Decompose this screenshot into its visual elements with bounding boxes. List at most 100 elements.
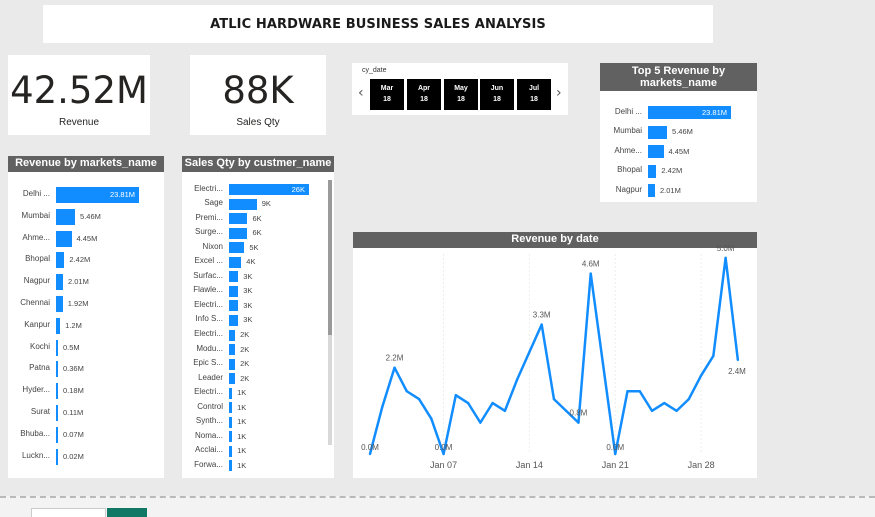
bar[interactable] bbox=[56, 208, 76, 225]
revenue-data-point[interactable] bbox=[650, 409, 654, 413]
revenue-data-point[interactable] bbox=[393, 366, 396, 369]
revenue-by-date-plot: Jan 07 Jan 14 Jan 21 Jan 28 0.0M 2.2M 0.0M 3.3M… bbox=[361, 244, 746, 470]
bar-value-label: 2K bbox=[240, 359, 250, 369]
bar[interactable] bbox=[229, 460, 233, 472]
top5-revenue-chart[interactable]: Top 5 Revenue by markets_name Delhi ... 2… bbox=[600, 63, 757, 202]
revenue-data-point[interactable] bbox=[442, 452, 445, 456]
revenue-data-point[interactable] bbox=[614, 452, 617, 456]
revenue-data-point[interactable] bbox=[724, 256, 727, 260]
revenue-kpi-card[interactable]: 42.52M Revenue bbox=[8, 55, 150, 135]
bar[interactable] bbox=[229, 358, 236, 370]
revenue-data-point[interactable] bbox=[491, 401, 494, 405]
bar[interactable] bbox=[229, 344, 236, 356]
bar-value-label: 1.92M bbox=[67, 299, 89, 308]
bar[interactable] bbox=[648, 145, 664, 158]
bar[interactable] bbox=[229, 213, 248, 225]
bar[interactable] bbox=[229, 373, 236, 385]
date-tile-month: Jul bbox=[528, 85, 540, 92]
date-tile[interactable]: Mar 18 bbox=[370, 79, 404, 110]
bar[interactable] bbox=[229, 445, 233, 457]
revenue-data-point[interactable] bbox=[417, 397, 421, 401]
bar[interactable] bbox=[229, 329, 236, 341]
line-data-label: 0.0M bbox=[361, 443, 379, 452]
revenue-data-point[interactable] bbox=[687, 397, 691, 401]
bar-category-label: Kanpur bbox=[24, 319, 50, 329]
bar[interactable] bbox=[229, 242, 245, 254]
date-tile[interactable]: Jul 18 bbox=[517, 79, 551, 110]
revenue-by-date-chart[interactable]: Revenue by date Jan 07 Jan 14 Jan 21 Jan 28… bbox=[353, 232, 757, 478]
sales-qty-kpi-card[interactable]: 88K Sales Qty bbox=[190, 55, 326, 135]
bar[interactable] bbox=[56, 317, 61, 334]
bar[interactable] bbox=[229, 198, 257, 210]
date-tile[interactable]: Apr 18 bbox=[407, 79, 441, 110]
bar[interactable] bbox=[56, 448, 58, 465]
bar[interactable] bbox=[229, 227, 248, 239]
bar[interactable] bbox=[229, 271, 239, 283]
bar[interactable] bbox=[648, 125, 668, 139]
bar[interactable] bbox=[229, 314, 239, 326]
page-tab[interactable] bbox=[31, 508, 106, 517]
sales-qty-by-customer-chart[interactable]: Sales Qty by custmer_name Electri... 26K S… bbox=[182, 156, 334, 478]
bar[interactable] bbox=[648, 184, 655, 197]
bar[interactable] bbox=[56, 426, 58, 443]
date-tile-month: May bbox=[454, 85, 468, 92]
bar-value-label: 0.36M bbox=[63, 364, 84, 374]
revenue-data-point[interactable] bbox=[675, 409, 678, 413]
x-tick-label: Jan 07 bbox=[430, 460, 457, 470]
customer-chart-scroll-thumb[interactable] bbox=[328, 180, 332, 335]
bar-category-label: Surat bbox=[30, 407, 50, 416]
revenue-data-point[interactable] bbox=[381, 405, 384, 409]
bar-value-label: 3K bbox=[243, 300, 253, 310]
bar-category-label: Nagpur bbox=[23, 276, 50, 286]
bar[interactable] bbox=[229, 300, 239, 312]
revenue-data-point[interactable] bbox=[638, 390, 641, 393]
page-tab-active[interactable] bbox=[107, 508, 147, 517]
bar[interactable] bbox=[648, 164, 657, 178]
bar[interactable] bbox=[56, 405, 58, 421]
revenue-data-point[interactable] bbox=[564, 409, 568, 413]
revenue-series-line[interactable] bbox=[368, 256, 740, 456]
revenue-data-point[interactable] bbox=[405, 390, 408, 393]
bar[interactable] bbox=[56, 296, 63, 312]
revenue-data-point[interactable] bbox=[601, 362, 605, 366]
bar[interactable] bbox=[56, 252, 65, 269]
bar[interactable] bbox=[229, 431, 233, 443]
bar[interactable] bbox=[229, 402, 233, 414]
revenue-data-point[interactable] bbox=[466, 401, 470, 405]
bar[interactable] bbox=[229, 416, 233, 428]
revenue-data-point[interactable] bbox=[515, 378, 519, 381]
revenue-data-point[interactable] bbox=[540, 323, 543, 326]
revenue-data-point[interactable] bbox=[589, 272, 592, 275]
chevron-right-icon[interactable]: › bbox=[556, 85, 562, 101]
bar[interactable] bbox=[56, 383, 58, 400]
revenue-data-point[interactable] bbox=[528, 350, 531, 354]
bar-category-label: Surfac... bbox=[193, 270, 223, 280]
bar[interactable] bbox=[229, 256, 242, 268]
bar-value-label: 1K bbox=[237, 431, 247, 441]
revenue-data-point[interactable] bbox=[712, 354, 715, 358]
bar[interactable] bbox=[56, 361, 58, 378]
bar[interactable] bbox=[56, 274, 63, 291]
revenue-data-point[interactable] bbox=[454, 393, 458, 397]
date-tile[interactable]: Jun 18 bbox=[480, 79, 514, 110]
revenue-data-point[interactable] bbox=[577, 421, 580, 424]
bar-category-label: Kochi bbox=[29, 341, 50, 351]
bar[interactable] bbox=[229, 285, 239, 297]
revenue-data-point[interactable] bbox=[626, 390, 629, 393]
bar[interactable] bbox=[56, 230, 72, 247]
revenue-data-point[interactable] bbox=[479, 421, 482, 424]
chevron-left-icon[interactable]: ‹ bbox=[358, 85, 364, 101]
revenue-data-point[interactable] bbox=[736, 358, 740, 362]
revenue-data-point[interactable] bbox=[503, 409, 507, 413]
revenue-by-markets-chart[interactable]: Revenue by markets_name Delhi ... 23.81M M… bbox=[8, 156, 164, 478]
date-tile[interactable]: May 18 bbox=[444, 79, 478, 110]
bar-value-label: 4.45M bbox=[76, 233, 98, 243]
revenue-data-point[interactable] bbox=[368, 452, 372, 456]
revenue-data-point[interactable] bbox=[699, 374, 703, 377]
date-slicer[interactable]: cy_date ‹ Mar 18 Apr 18 May 18 Jun 18 Ju… bbox=[352, 63, 568, 115]
revenue-data-point[interactable] bbox=[430, 417, 433, 420]
bar[interactable] bbox=[229, 387, 233, 399]
revenue-data-point[interactable] bbox=[552, 397, 556, 401]
revenue-data-point[interactable] bbox=[663, 401, 666, 405]
bar[interactable] bbox=[56, 339, 58, 356]
